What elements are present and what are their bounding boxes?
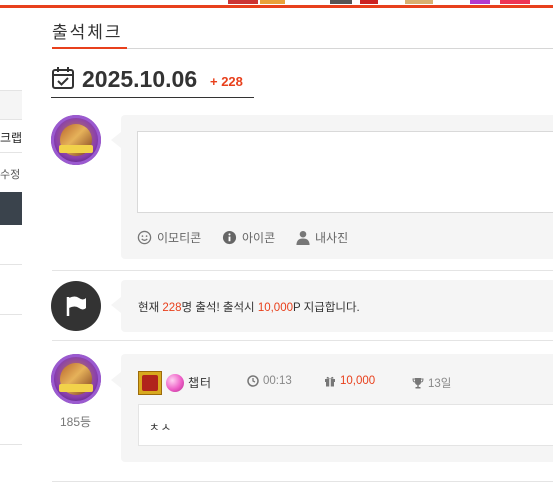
avatar[interactable] <box>51 115 101 165</box>
info-icon <box>222 230 237 245</box>
attendance-rank: 185등 <box>60 415 92 429</box>
sidebar-divider <box>0 444 22 445</box>
time-value: 00:13 <box>263 375 292 387</box>
notice-avatar <box>51 281 101 331</box>
section-divider <box>52 481 553 482</box>
sidebar-edit-link[interactable]: 수정 <box>0 166 20 182</box>
gift-icon <box>325 376 335 387</box>
emoticon-button[interactable]: 이모티콘 <box>137 229 201 246</box>
streak-value: 13일 <box>428 378 452 390</box>
section-divider <box>52 270 553 271</box>
attendance-message-box <box>138 404 553 446</box>
card-pointer <box>111 297 121 313</box>
trophy-icon <box>412 378 424 389</box>
my-photo-button[interactable]: 내사진 <box>296 229 348 246</box>
sidebar-header-bar <box>0 90 22 120</box>
attendance-points: 10,000 <box>324 375 375 387</box>
gem-icon <box>166 374 184 392</box>
section-divider <box>52 340 553 341</box>
sidebar-dark-button[interactable] <box>0 192 22 225</box>
clock-icon <box>247 375 259 387</box>
attendance-message: ㅊㅅ <box>149 422 173 434</box>
sidebar-menu-item[interactable]: 크랩 <box>0 129 22 146</box>
icon-label: 아이콘 <box>242 231 276 245</box>
attendance-date: 2025.10.06 <box>82 66 198 92</box>
notice-message: 현재 228명 출석! 출석시 10,000P 지급합니다. <box>138 302 360 314</box>
my-photo-label: 내사진 <box>315 231 349 245</box>
card-pointer <box>111 372 121 388</box>
sidebar-divider <box>0 264 22 265</box>
points-value: 10,000 <box>340 375 376 387</box>
title-underline <box>52 47 127 49</box>
today-count-badge: + 228 <box>210 74 243 89</box>
date-underline <box>51 97 254 98</box>
attendee-name[interactable]: 챕터 <box>188 374 212 391</box>
header-accent-line <box>0 5 553 8</box>
calendar-check-icon <box>52 67 74 89</box>
sidebar-divider <box>0 314 22 315</box>
attendance-time: 00:13 <box>247 375 292 387</box>
card-pointer <box>111 132 121 148</box>
flag-icon <box>66 296 86 316</box>
sidebar-fragment <box>0 8 22 484</box>
reward-points: 10,000 <box>257 302 293 314</box>
title-divider <box>52 48 553 49</box>
attendee-count: 228 <box>162 302 182 314</box>
attendance-streak: 13일 <box>412 375 451 391</box>
page-title: 출석체크 <box>52 23 123 42</box>
comment-textarea[interactable] <box>137 131 553 213</box>
attendee-avatar[interactable] <box>51 354 101 404</box>
emoticon-label: 이모티콘 <box>157 231 202 245</box>
level-badge-icon <box>138 371 162 395</box>
smile-icon <box>137 230 152 245</box>
icon-button[interactable]: 아이콘 <box>222 229 275 246</box>
sidebar-divider <box>0 152 22 153</box>
top-banner-strip <box>0 0 553 4</box>
user-icon <box>296 230 310 245</box>
